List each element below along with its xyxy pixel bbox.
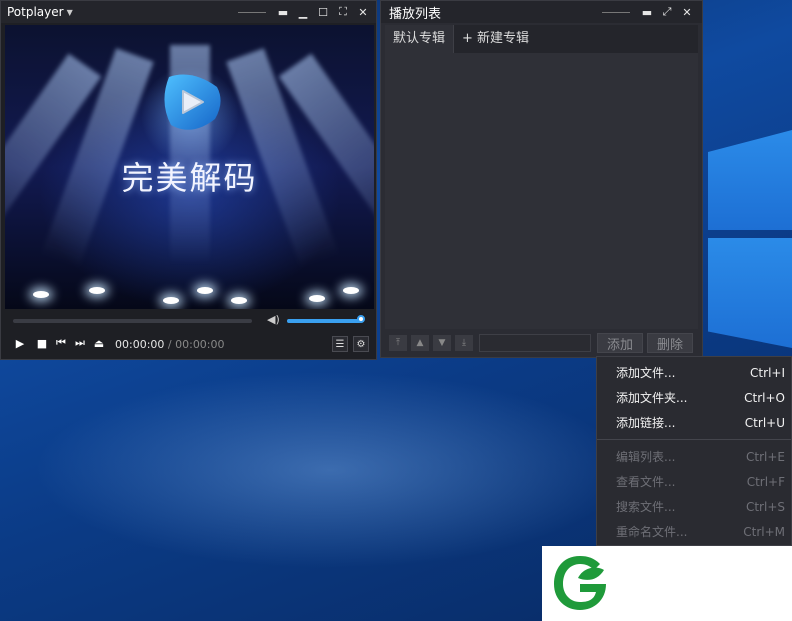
- stage-light: [163, 297, 179, 304]
- add-button[interactable]: 添加: [597, 333, 643, 353]
- watermark-box: [542, 546, 792, 621]
- player-window: Potplayer ▼ ▬ ▁ ☐ ⛶ ✕ 完美解码 ◀) ▶ ■ ⏮ ⏭ ⏏ …: [0, 0, 377, 360]
- menu-item-label: 编辑列表...: [616, 450, 676, 464]
- move-down-icon[interactable]: ▼: [433, 335, 451, 351]
- menu-item-label: 添加文件...: [616, 366, 676, 380]
- eject-icon[interactable]: ⏏: [92, 336, 106, 350]
- menu-item-shortcut: Ctrl+E: [746, 449, 785, 464]
- menu-item-shortcut: Ctrl+M: [743, 524, 785, 539]
- menu-item-shortcut: Ctrl+F: [746, 474, 785, 489]
- volume-knob[interactable]: [357, 315, 365, 323]
- windows-logo: [700, 130, 792, 360]
- seek-bar[interactable]: [13, 319, 252, 323]
- playlist-items[interactable]: [385, 53, 698, 329]
- volume-fill: [287, 319, 361, 323]
- menu-item-add-file[interactable]: 添加文件... Ctrl+I: [597, 360, 791, 385]
- move-up-icon[interactable]: ▲: [411, 335, 429, 351]
- tab-new-album[interactable]: + 新建专辑: [454, 25, 537, 53]
- dock-icon[interactable]: ⤢: [660, 5, 674, 19]
- playlist-tabs: 默认专辑 + 新建专辑: [385, 25, 698, 53]
- playlist-toolbar: ⤒ ▲ ▼ ⤓ 添加 删除: [385, 333, 698, 355]
- close-icon[interactable]: ✕: [356, 5, 370, 19]
- playlist-search-input[interactable]: [479, 334, 591, 352]
- titlebar-divider: [602, 11, 630, 13]
- menu-item-view-file: 查看文件... Ctrl+F: [597, 469, 791, 494]
- pin-icon[interactable]: ▬: [640, 5, 654, 19]
- menu-item-shortcut: Ctrl+U: [744, 415, 785, 430]
- maximize-icon[interactable]: ☐: [316, 5, 330, 19]
- time-separator: /: [164, 338, 176, 351]
- menu-item-shortcut: Ctrl+S: [745, 499, 785, 514]
- fullscreen-icon[interactable]: ⛶: [336, 5, 350, 19]
- stage-light: [33, 291, 49, 298]
- volume-icon[interactable]: ◀): [267, 313, 283, 327]
- brand-text: 完美解码: [121, 159, 258, 197]
- volume-slider[interactable]: [287, 319, 361, 323]
- add-context-menu: 添加文件... Ctrl+I 添加文件夹... Ctrl+O 添加链接... C…: [596, 356, 792, 546]
- video-area[interactable]: 完美解码: [5, 25, 374, 309]
- menu-item-label: 查看文件...: [616, 475, 676, 489]
- move-top-icon[interactable]: ⤒: [389, 335, 407, 351]
- pin-icon[interactable]: ▬: [276, 5, 290, 19]
- play-icon[interactable]: ▶: [13, 336, 27, 350]
- playlist-icon[interactable]: ☰: [332, 336, 348, 352]
- move-bottom-icon[interactable]: ⤓: [455, 335, 473, 351]
- menu-item-label: 添加文件夹...: [616, 391, 688, 405]
- stop-icon[interactable]: ■: [35, 336, 49, 350]
- menu-item-add-link[interactable]: 添加链接... Ctrl+U: [597, 410, 791, 435]
- menu-caret-icon[interactable]: ▼: [67, 8, 73, 17]
- menu-item-label: 添加链接...: [616, 416, 676, 430]
- stage-light: [309, 295, 325, 302]
- menu-separator: [597, 439, 791, 440]
- menu-item-shortcut: Ctrl+I: [750, 365, 785, 380]
- playlist-window: 播放列表 ▬ ⤢ ✕ 默认专辑 + 新建专辑 ⤒ ▲ ▼ ⤓ 添加 删除: [380, 0, 703, 358]
- time-total: 00:00:00: [175, 338, 225, 351]
- menu-item-label: 搜索文件...: [616, 500, 676, 514]
- delete-button[interactable]: 删除: [647, 333, 693, 353]
- next-icon[interactable]: ⏭: [73, 336, 87, 350]
- player-titlebar[interactable]: Potplayer ▼ ▬ ▁ ☐ ⛶ ✕: [1, 1, 376, 23]
- titlebar-divider: [238, 11, 266, 13]
- watermark-logo-icon: [554, 556, 606, 610]
- close-icon[interactable]: ✕: [680, 5, 694, 19]
- previous-icon[interactable]: ⏮: [54, 336, 68, 350]
- stage-light: [89, 287, 105, 294]
- app-title[interactable]: Potplayer: [7, 5, 64, 19]
- menu-item-rename-file: 重命名文件... Ctrl+M: [597, 519, 791, 544]
- playlist-title: 播放列表: [389, 6, 442, 22]
- menu-item-label: 重命名文件...: [616, 525, 688, 539]
- gear-icon[interactable]: ⚙: [353, 336, 369, 352]
- time-display: 00:00:00 / 00:00:00: [115, 338, 225, 351]
- stage-light: [343, 287, 359, 294]
- time-current: 00:00:00: [115, 338, 165, 351]
- menu-item-shortcut: Ctrl+O: [744, 390, 785, 405]
- minimize-icon[interactable]: ▁: [296, 5, 310, 19]
- stage-light: [197, 287, 213, 294]
- menu-item-search-file: 搜索文件... Ctrl+S: [597, 494, 791, 519]
- playlist-titlebar[interactable]: 播放列表 ▬ ⤢ ✕: [381, 1, 702, 23]
- menu-item-add-folder[interactable]: 添加文件夹... Ctrl+O: [597, 385, 791, 410]
- stage-light: [231, 297, 247, 304]
- tab-default-album[interactable]: 默认专辑: [385, 25, 455, 53]
- potplayer-logo-icon: [164, 74, 221, 130]
- menu-item-edit-list: 编辑列表... Ctrl+E: [597, 444, 791, 469]
